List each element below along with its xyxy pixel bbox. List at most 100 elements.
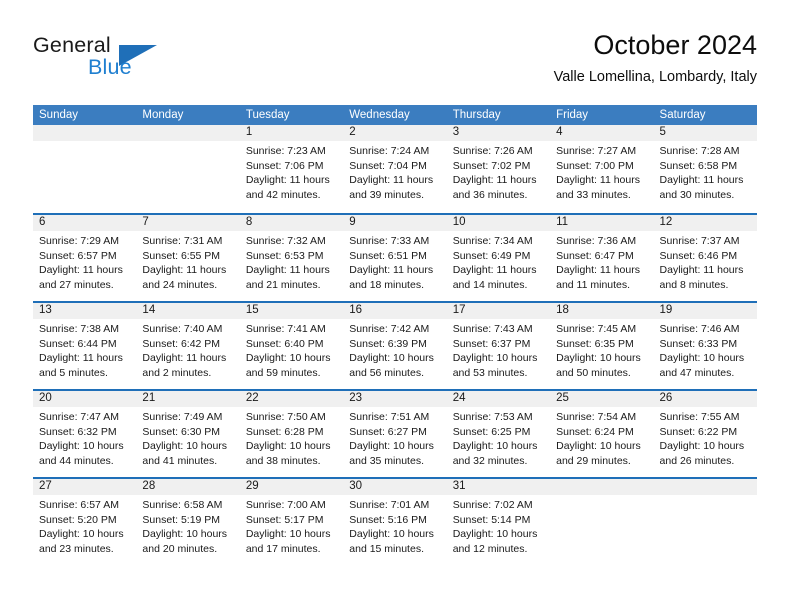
day-detail-lines: Sunrise: 7:29 AM Sunset: 6:57 PM Daylight:… xyxy=(33,231,136,292)
calendar-day-cell[interactable]: 8 Sunrise: 7:32 AM Sunset: 6:53 PM Daylight… xyxy=(239,215,344,301)
day-detail-line: and 12 minutes. xyxy=(452,542,528,555)
day-number: 10 xyxy=(446,215,551,231)
day-number: 27 xyxy=(33,479,137,495)
day-detail-line: Daylight: 10 hours xyxy=(349,440,434,453)
day-detail-line: Daylight: 10 hours xyxy=(39,528,124,541)
calendar-day-cell[interactable]: 3 Sunrise: 7:26 AM Sunset: 7:02 PM Daylight… xyxy=(446,125,551,213)
calendar-day-cell[interactable]: 21 Sunrise: 7:49 AM Sunset: 6:30 PM Dayligh… xyxy=(136,391,240,477)
day-detail-line: and 24 minutes. xyxy=(142,278,218,291)
calendar-day-cell[interactable]: 15 Sunrise: 7:41 AM Sunset: 6:40 PM Dayligh… xyxy=(239,303,344,389)
day-number xyxy=(653,479,757,495)
day-detail-line: Sunrise: 7:01 AM xyxy=(349,499,430,511)
day-detail-line: Daylight: 10 hours xyxy=(39,440,124,453)
calendar-day-cell[interactable]: 24 Sunrise: 7:53 AM Sunset: 6:25 PM Dayligh… xyxy=(446,391,551,477)
day-detail-lines: Sunrise: 7:00 AM Sunset: 5:17 PM Daylight:… xyxy=(240,495,343,556)
calendar-day-cell[interactable]: 16 Sunrise: 7:42 AM Sunset: 6:39 PM Dayligh… xyxy=(343,303,447,389)
day-detail-lines: Sunrise: 7:46 AM Sunset: 6:33 PM Daylight:… xyxy=(654,319,757,380)
calendar-day-cell[interactable]: 23 Sunrise: 7:51 AM Sunset: 6:27 PM Dayligh… xyxy=(343,391,447,477)
day-number xyxy=(33,125,137,141)
calendar-day-cell[interactable]: 20 Sunrise: 7:47 AM Sunset: 6:32 PM Dayligh… xyxy=(33,391,137,477)
calendar-day-cell[interactable]: 26 Sunrise: 7:55 AM Sunset: 6:22 PM Dayligh… xyxy=(653,391,757,477)
title-block: October 2024 Valle Lomellina, Lombardy, … xyxy=(554,28,757,86)
day-number: 1 xyxy=(239,125,344,141)
day-detail-line: Daylight: 10 hours xyxy=(452,528,538,541)
day-detail-line: and 23 minutes. xyxy=(39,542,114,555)
calendar-day-cell[interactable]: 13 Sunrise: 7:38 AM Sunset: 6:44 PM Dayligh… xyxy=(33,303,137,389)
page-title: October 2024 xyxy=(593,30,757,60)
day-detail-line: and 26 minutes. xyxy=(659,454,735,467)
day-number: 19 xyxy=(653,303,757,319)
day-detail-lines: Sunrise: 7:53 AM Sunset: 6:25 PM Daylight:… xyxy=(447,407,550,468)
day-detail-line: and 21 minutes. xyxy=(245,278,321,291)
day-detail-line: Sunset: 6:28 PM xyxy=(245,425,324,438)
day-number xyxy=(550,479,654,495)
day-detail-line: Sunset: 6:24 PM xyxy=(556,425,634,438)
calendar-day-cell[interactable]: 29 Sunrise: 7:00 AM Sunset: 5:17 PM Dayligh… xyxy=(239,479,344,565)
day-detail-line: Sunset: 6:46 PM xyxy=(659,249,738,262)
day-detail-line: and 39 minutes. xyxy=(349,188,424,201)
day-detail-lines: Sunrise: 7:31 AM Sunset: 6:55 PM Daylight:… xyxy=(136,231,239,292)
calendar-day-cell[interactable]: 22 Sunrise: 7:50 AM Sunset: 6:28 PM Dayligh… xyxy=(239,391,344,477)
day-detail-line: Daylight: 10 hours xyxy=(659,440,745,453)
day-detail-line: Sunset: 6:25 PM xyxy=(452,425,531,438)
day-number: 18 xyxy=(550,303,654,319)
day-detail-line: Daylight: 10 hours xyxy=(452,440,538,453)
calendar-day-cell[interactable]: 4 Sunrise: 7:27 AM Sunset: 7:00 PM Daylight… xyxy=(550,125,654,213)
day-detail-line: Daylight: 11 hours xyxy=(142,264,227,277)
day-detail-line: Sunrise: 6:58 AM xyxy=(142,499,223,511)
day-detail-line: and 59 minutes. xyxy=(245,366,321,379)
day-number: 12 xyxy=(653,215,757,231)
calendar-day-cell[interactable]: 1 Sunrise: 7:23 AM Sunset: 7:06 PM Daylight… xyxy=(239,125,344,213)
calendar-day-cell[interactable]: 17 Sunrise: 7:43 AM Sunset: 6:37 PM Dayligh… xyxy=(446,303,551,389)
location-subtitle: Valle Lomellina, Lombardy, Italy xyxy=(553,69,757,85)
calendar-day-cell[interactable]: 19 Sunrise: 7:46 AM Sunset: 6:33 PM Dayligh… xyxy=(653,303,757,389)
calendar-day-cell[interactable]: 14 Sunrise: 7:40 AM Sunset: 6:42 PM Dayligh… xyxy=(136,303,240,389)
day-detail-line: Sunrise: 7:53 AM xyxy=(452,411,533,423)
day-number: 4 xyxy=(550,125,654,141)
day-detail-line: and 50 minutes. xyxy=(556,366,631,379)
day-detail-lines: Sunrise: 7:02 AM Sunset: 5:14 PM Daylight:… xyxy=(447,495,550,556)
day-detail-line: Sunset: 5:17 PM xyxy=(245,513,324,526)
day-detail-line: Daylight: 10 hours xyxy=(349,352,434,365)
calendar-day-cell[interactable]: 12 Sunrise: 7:37 AM Sunset: 6:46 PM Dayligh… xyxy=(653,215,757,301)
calendar-day-cell[interactable]: 5 Sunrise: 7:28 AM Sunset: 6:58 PM Daylight… xyxy=(653,125,757,213)
day-number: 16 xyxy=(343,303,447,319)
calendar-day-cell-empty xyxy=(136,125,240,213)
day-detail-lines: Sunrise: 7:28 AM Sunset: 6:58 PM Daylight:… xyxy=(654,141,757,202)
day-detail-lines: Sunrise: 7:27 AM Sunset: 7:00 PM Daylight:… xyxy=(550,141,653,202)
day-number: 30 xyxy=(343,479,447,495)
day-detail-lines: Sunrise: 6:57 AM Sunset: 5:20 PM Daylight:… xyxy=(33,495,136,556)
calendar-day-cell[interactable]: 25 Sunrise: 7:54 AM Sunset: 6:24 PM Dayligh… xyxy=(550,391,654,477)
day-detail-line: and 29 minutes. xyxy=(556,454,631,467)
day-detail-lines: Sunrise: 7:55 AM Sunset: 6:22 PM Daylight:… xyxy=(654,407,757,468)
calendar-day-cell[interactable]: 11 Sunrise: 7:36 AM Sunset: 6:47 PM Dayligh… xyxy=(550,215,654,301)
weekday-header-saturday: Saturday xyxy=(659,109,706,121)
day-detail-line: Sunset: 6:39 PM xyxy=(349,337,427,350)
calendar-day-cell[interactable]: 31 Sunrise: 7:02 AM Sunset: 5:14 PM Dayligh… xyxy=(446,479,551,565)
brand-logo[interactable]: General Blue xyxy=(33,33,213,89)
day-number: 29 xyxy=(239,479,344,495)
day-detail-line: Sunset: 6:47 PM xyxy=(556,249,634,262)
day-detail-line: and 38 minutes. xyxy=(245,454,321,467)
calendar-day-cell[interactable]: 9 Sunrise: 7:33 AM Sunset: 6:51 PM Daylight… xyxy=(343,215,447,301)
day-detail-line: Sunrise: 7:45 AM xyxy=(556,323,637,335)
calendar-day-cell[interactable]: 30 Sunrise: 7:01 AM Sunset: 5:16 PM Dayligh… xyxy=(343,479,447,565)
calendar-day-cell[interactable]: 18 Sunrise: 7:45 AM Sunset: 6:35 PM Dayligh… xyxy=(550,303,654,389)
day-detail-line: Sunset: 6:42 PM xyxy=(142,337,221,350)
day-detail-line: and 17 minutes. xyxy=(245,542,321,555)
calendar-day-cell[interactable]: 7 Sunrise: 7:31 AM Sunset: 6:55 PM Daylight… xyxy=(136,215,240,301)
day-number: 11 xyxy=(550,215,654,231)
calendar-day-cell[interactable]: 27 Sunrise: 6:57 AM Sunset: 5:20 PM Dayligh… xyxy=(33,479,137,565)
day-detail-line: and 8 minutes. xyxy=(659,278,729,291)
calendar-day-cell-empty xyxy=(653,479,757,565)
weekday-header-thursday: Thursday xyxy=(452,109,501,121)
day-detail-line: Daylight: 10 hours xyxy=(142,440,228,453)
calendar-day-cell[interactable]: 2 Sunrise: 7:24 AM Sunset: 7:04 PM Daylight… xyxy=(343,125,447,213)
day-detail-line: Sunset: 6:49 PM xyxy=(452,249,531,262)
calendar-day-cell[interactable]: 28 Sunrise: 6:58 AM Sunset: 5:19 PM Dayligh… xyxy=(136,479,240,565)
day-detail-line: Sunset: 6:44 PM xyxy=(39,337,117,350)
day-detail-line: Daylight: 10 hours xyxy=(452,352,538,365)
day-detail-line: Sunrise: 7:49 AM xyxy=(142,411,223,423)
calendar-day-cell[interactable]: 6 Sunrise: 7:29 AM Sunset: 6:57 PM Daylight… xyxy=(33,215,137,301)
calendar-day-cell[interactable]: 10 Sunrise: 7:34 AM Sunset: 6:49 PM Dayligh… xyxy=(446,215,551,301)
